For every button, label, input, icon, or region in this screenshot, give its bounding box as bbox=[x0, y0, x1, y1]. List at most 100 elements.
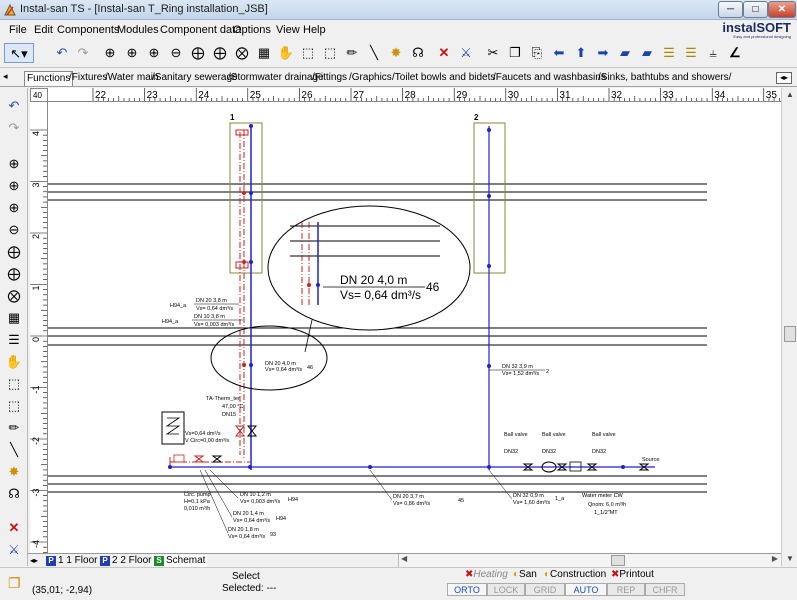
zoom-extents-icon[interactable]: ⨁ bbox=[4, 264, 24, 284]
menu-component-data[interactable]: Component data bbox=[160, 24, 241, 36]
zoom-extents-icon[interactable]: ⨁ bbox=[210, 43, 230, 63]
select-window-icon[interactable]: ⬚ bbox=[4, 374, 24, 394]
move-node-icon[interactable]: ⚔ bbox=[456, 43, 476, 63]
tabs-nav-icon[interactable]: ◂▸ bbox=[776, 72, 792, 84]
select-crossing-icon[interactable]: ⬚ bbox=[320, 43, 340, 63]
node[interactable] bbox=[249, 124, 253, 128]
arrow-up-icon[interactable]: ⬆ bbox=[571, 43, 591, 63]
zoom-previous-icon[interactable]: ⨂ bbox=[232, 43, 252, 63]
module-tab-printout[interactable]: ✖Printout bbox=[611, 569, 654, 582]
zoom-out-icon[interactable]: ⊖ bbox=[166, 43, 186, 63]
scroll-down-icon[interactable]: ▼ bbox=[783, 552, 797, 566]
tabs-scroll-icon[interactable]: ◂ bbox=[3, 71, 8, 82]
headphones-icon[interactable]: ☊ bbox=[408, 43, 428, 63]
mode-grid-button[interactable]: GRID bbox=[525, 583, 565, 596]
vertical-scrollbar[interactable]: ▲ ▼ bbox=[781, 88, 797, 566]
tab-sanitary-sewerage[interactable]: /Sanitary sewerage bbox=[152, 71, 238, 86]
node[interactable] bbox=[487, 465, 491, 469]
move-node-icon[interactable]: ⚔ bbox=[4, 540, 24, 560]
pencil-icon[interactable]: ✏ bbox=[342, 43, 362, 63]
undo-icon[interactable]: ↶ bbox=[4, 96, 24, 116]
menu-options[interactable]: Options bbox=[233, 24, 271, 36]
arrow-left-icon[interactable]: ⬅ bbox=[549, 43, 569, 63]
zoom-region-icon[interactable]: ⊕ bbox=[4, 198, 24, 218]
node[interactable] bbox=[487, 194, 491, 198]
zoom-window-icon[interactable]: ⊕ bbox=[122, 43, 142, 63]
snap-mode-icon[interactable]: ❐ bbox=[8, 575, 21, 592]
cut-icon[interactable]: ✂ bbox=[483, 43, 503, 63]
properties-icon[interactable]: ▦ bbox=[4, 308, 24, 328]
module-tab-san[interactable]: ◐San bbox=[513, 569, 537, 582]
menu-edit[interactable]: Edit bbox=[34, 24, 53, 36]
properties-icon[interactable]: ▦ bbox=[254, 43, 274, 63]
horizontal-scrollbar[interactable]: ◀ ▶ bbox=[398, 554, 781, 567]
menu-modules[interactable]: Modules bbox=[117, 24, 159, 36]
pipe-draw-icon[interactable]: ╲ bbox=[4, 440, 24, 460]
pipe-draw-icon[interactable]: ╲ bbox=[364, 43, 384, 63]
redo-icon[interactable]: ↷ bbox=[4, 118, 24, 138]
horizontal-main[interactable] bbox=[168, 454, 655, 469]
auto-connect-icon[interactable]: ✸ bbox=[4, 462, 24, 482]
zoom-window-icon[interactable]: ⊕ bbox=[4, 176, 24, 196]
scroll-left-icon[interactable]: ◀ bbox=[401, 554, 407, 563]
minimize-button[interactable]: ─ bbox=[718, 1, 743, 18]
horizontal-scroll-thumb[interactable] bbox=[611, 555, 625, 566]
angle-tool-icon[interactable]: ∠ bbox=[725, 43, 745, 63]
vertical-scroll-thumb[interactable] bbox=[784, 326, 796, 342]
node[interactable] bbox=[242, 363, 246, 367]
tab-functions[interactable]: Functions bbox=[24, 71, 74, 86]
select-window-icon[interactable]: ⬚ bbox=[298, 43, 318, 63]
list-icon[interactable]: ☰ bbox=[4, 330, 24, 350]
scroll-up-icon[interactable]: ▲ bbox=[783, 88, 797, 102]
arrow-right-icon[interactable]: ➡ bbox=[593, 43, 613, 63]
delete-icon[interactable]: ✕ bbox=[4, 518, 24, 538]
text-cursor-icon[interactable]: ⫨ bbox=[703, 43, 723, 63]
menu-help[interactable]: Help bbox=[303, 24, 326, 36]
headphones-icon[interactable]: ☊ bbox=[4, 484, 24, 504]
layer-front-icon[interactable]: ▰ bbox=[615, 43, 635, 63]
tab-sinks-bathtubs-showers[interactable]: /Sinks, bathtubs and showers/ bbox=[598, 71, 731, 86]
module-tab-heating[interactable]: ✖Heating bbox=[465, 569, 508, 582]
tab-faucets-washbasins[interactable]: /Faucets and washbasins bbox=[493, 71, 606, 86]
ball-valves[interactable]: Ball valve Ball valve Ball valve DN32 DN… bbox=[504, 432, 659, 473]
node[interactable] bbox=[249, 260, 253, 264]
pointer-tool-icon[interactable]: ↖▾ bbox=[4, 43, 34, 63]
riser-2[interactable]: 2 bbox=[473, 113, 506, 470]
zoom-all-icon[interactable]: ⨁ bbox=[188, 43, 208, 63]
thermostatic-valve[interactable]: TA-Therm_ter 47,00 °C DN15 bbox=[206, 396, 258, 437]
mode-chfr-button[interactable]: CHFR bbox=[645, 583, 685, 596]
tab-toilet-bowls-bidets[interactable]: /Toilet bowls and bidets bbox=[392, 71, 495, 86]
drawing-canvas[interactable]: 1 2 DN 20 4,0 m Vs= 0,64 dm³/s 46 DN 20 … bbox=[48, 102, 781, 553]
node[interactable] bbox=[249, 191, 253, 195]
tab-stormwater-drainage[interactable]: /Stormwater drainage bbox=[228, 71, 324, 86]
pan-icon[interactable]: ✋ bbox=[276, 43, 296, 63]
mode-auto-button[interactable]: AUTO bbox=[565, 583, 607, 596]
module-tab-construction[interactable]: ◐Construction bbox=[544, 569, 606, 582]
zoom-region-icon[interactable]: ⊕ bbox=[144, 43, 164, 63]
schematic-drawing[interactable]: 1 2 DN 20 4,0 m Vs= 0,64 dm³/s 46 DN 20 … bbox=[48, 102, 781, 553]
redo-icon[interactable]: ↷ bbox=[73, 43, 93, 63]
node[interactable] bbox=[368, 465, 372, 469]
tab-fittings[interactable]: /Fittings bbox=[312, 71, 347, 86]
zoom-previous-icon[interactable]: ⨂ bbox=[4, 286, 24, 306]
paste-icon[interactable]: ⎘ bbox=[527, 43, 547, 63]
zoom-all-icon[interactable]: ⨁ bbox=[4, 242, 24, 262]
pencil-icon[interactable]: ✏ bbox=[4, 418, 24, 438]
node[interactable] bbox=[487, 128, 491, 132]
undo-icon[interactable]: ↶ bbox=[52, 43, 72, 63]
layer-back-icon[interactable]: ▰ bbox=[637, 43, 657, 63]
tab-fixtures[interactable]: /Fixtures bbox=[69, 71, 107, 86]
menu-view[interactable]: View bbox=[276, 24, 300, 36]
align-icon[interactable]: ☰ bbox=[659, 43, 679, 63]
node[interactable] bbox=[249, 363, 253, 367]
zoom-out-icon[interactable]: ⊖ bbox=[4, 220, 24, 240]
zoom-in-icon[interactable]: ⊕ bbox=[100, 43, 120, 63]
menu-file[interactable]: File bbox=[9, 24, 27, 36]
menu-components[interactable]: Components bbox=[57, 24, 119, 36]
delete-icon[interactable]: ✕ bbox=[434, 43, 454, 63]
copy-icon[interactable]: ❐ bbox=[505, 43, 525, 63]
water-heater[interactable]: Vs=0,64 dm³/s V Circ=0,00 dm³/s bbox=[161, 411, 229, 445]
distribute-icon[interactable]: ☰ bbox=[681, 43, 701, 63]
auto-connect-icon[interactable]: ✸ bbox=[386, 43, 406, 63]
zoom-in-icon[interactable]: ⊕ bbox=[4, 154, 24, 174]
